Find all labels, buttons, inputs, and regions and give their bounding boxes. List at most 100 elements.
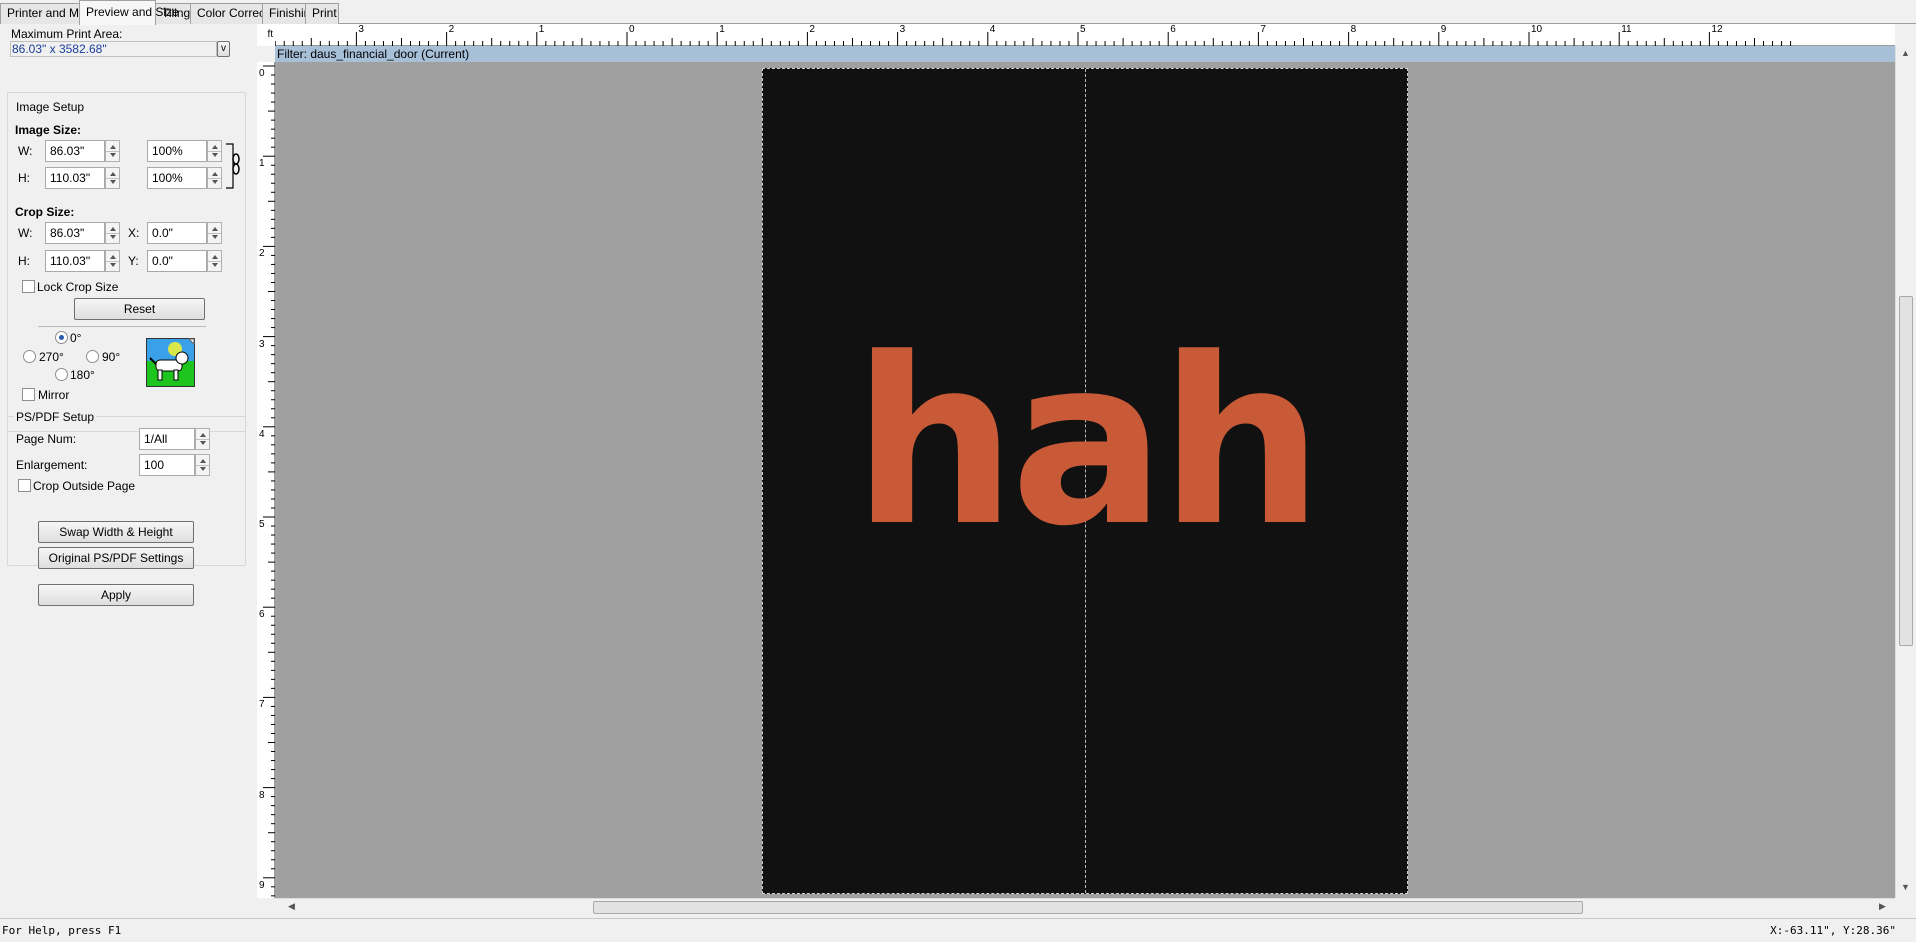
- preview-canvas[interactable]: hah: [275, 62, 1895, 898]
- page-num-input[interactable]: 1/All: [139, 428, 195, 450]
- status-bar: For Help, press F1 X:-63.11", Y:28.36": [0, 918, 1916, 942]
- scroll-right-arrow-icon[interactable]: ▶: [1879, 901, 1886, 912]
- status-coordinates: X:-63.11", Y:28.36": [1770, 924, 1896, 937]
- page-num-label: Page Num:: [16, 432, 77, 446]
- image-width-input[interactable]: 86.03": [45, 140, 105, 162]
- filter-bar: Filter: daus_financial_door (Current): [275, 46, 1895, 62]
- preview-image-text: hah: [852, 310, 1324, 577]
- crop-width-label: W:: [18, 226, 33, 240]
- ruler-label: 3: [358, 24, 364, 35]
- crop-x-input[interactable]: 0.0": [147, 222, 207, 244]
- mirror-checkbox[interactable]: [22, 388, 35, 401]
- scroll-up-arrow-icon[interactable]: ▲: [1901, 48, 1910, 58]
- tab-bar: Printer and Media Preview and Size Tilin…: [0, 0, 1916, 25]
- image-width-label: W:: [18, 144, 33, 158]
- ruler-label: 3: [899, 24, 906, 35]
- lock-crop-size-checkbox[interactable]: [22, 280, 35, 293]
- max-print-area-label: Maximum Print Area:: [11, 27, 123, 41]
- horizontal-ruler: 3 2 1 0 1 2 3 4 5 6 7 8 9 10 11 12: [274, 24, 1895, 46]
- rotation-0-label: 0°: [70, 331, 82, 345]
- ruler-label: 1: [538, 24, 545, 35]
- crop-y-label: Y:: [128, 254, 139, 268]
- enlargement-spinner[interactable]: [195, 454, 210, 476]
- image-preview[interactable]: hah: [762, 68, 1408, 894]
- lock-crop-size-label: Lock Crop Size: [37, 280, 119, 294]
- original-ps-pdf-settings-button[interactable]: Original PS/PDF Settings: [38, 547, 194, 569]
- ruler-label: 11: [1621, 24, 1632, 35]
- page-num-spinner[interactable]: [195, 428, 210, 450]
- ruler-label: 3: [259, 338, 265, 350]
- crop-size-label: Crop Size:: [15, 205, 75, 219]
- enlargement-label: Enlargement:: [16, 458, 88, 472]
- image-width-percent-spinner[interactable]: [207, 140, 222, 162]
- rotation-0-radio[interactable]: [55, 331, 68, 344]
- ruler-label: 10: [1531, 24, 1543, 35]
- image-height-percent-spinner[interactable]: [207, 167, 222, 189]
- aspect-lock-chain-icon[interactable]: [224, 141, 240, 191]
- apply-button[interactable]: Apply: [38, 584, 194, 606]
- status-help-text: For Help, press F1: [2, 924, 122, 937]
- ruler-label: 2: [809, 24, 815, 35]
- ruler-label: 7: [259, 699, 265, 711]
- max-print-area-dropdown-button[interactable]: v: [217, 41, 230, 57]
- app-window: Printer and Media Preview and Size Tilin…: [0, 0, 1916, 942]
- crop-outside-page-label: Crop Outside Page: [33, 479, 136, 493]
- ruler-label: 8: [259, 789, 265, 801]
- image-setup-title: Image Setup: [14, 100, 87, 114]
- crop-width-input[interactable]: 86.03": [45, 222, 105, 244]
- reset-button[interactable]: Reset: [74, 298, 205, 320]
- crop-x-spinner[interactable]: [207, 222, 222, 244]
- tab-print[interactable]: Print: [305, 3, 339, 24]
- image-height-input[interactable]: 110.03": [45, 167, 105, 189]
- rotation-270-label: 270°: [39, 350, 64, 364]
- tab-finishing[interactable]: Finishing: [262, 3, 317, 24]
- ruler-label: 1: [719, 24, 725, 35]
- vertical-scroll-thumb[interactable]: [1899, 296, 1913, 646]
- image-height-label: H:: [18, 171, 30, 185]
- crop-height-label: H:: [18, 254, 30, 268]
- max-print-area-value: 86.03" x 3582.68": [10, 41, 217, 57]
- rotation-90-label: 90°: [102, 350, 121, 364]
- vertical-ruler-ticks: [263, 65, 275, 897]
- crop-outside-page-checkbox[interactable]: [18, 479, 31, 492]
- crop-y-spinner[interactable]: [207, 250, 222, 272]
- rotation-180-label: 180°: [70, 368, 95, 382]
- scroll-down-arrow-icon[interactable]: ▼: [1901, 882, 1910, 892]
- ruler-label: 9: [259, 879, 265, 891]
- rotation-90-radio[interactable]: [86, 350, 99, 363]
- ruler-label: 5: [1080, 24, 1086, 35]
- rotation-270-radio[interactable]: [23, 350, 36, 363]
- image-height-spinner[interactable]: [105, 167, 120, 189]
- ruler-label: 12: [1711, 24, 1723, 35]
- crop-height-spinner[interactable]: [105, 250, 120, 272]
- crop-y-input[interactable]: 0.0": [147, 250, 207, 272]
- crop-width-spinner[interactable]: [105, 222, 120, 244]
- swap-width-height-button[interactable]: Swap Width & Height: [38, 521, 194, 543]
- image-width-spinner[interactable]: [105, 140, 120, 162]
- ruler-label: 4: [259, 428, 265, 440]
- image-height-percent-input[interactable]: 100%: [147, 167, 207, 189]
- ruler-label: 2: [448, 24, 455, 35]
- orientation-preview-dog-icon: [146, 338, 195, 387]
- mirror-label: Mirror: [38, 388, 70, 402]
- enlargement-input[interactable]: 100: [139, 454, 195, 476]
- left-settings-panel: Maximum Print Area: 86.03" x 3582.68" v …: [0, 24, 258, 918]
- image-width-percent-input[interactable]: 100%: [147, 140, 207, 162]
- crop-height-input[interactable]: 110.03": [45, 250, 105, 272]
- horizontal-scrollbar[interactable]: ◀ ▶: [275, 898, 1895, 915]
- tab-color-correction[interactable]: Color Correction: [190, 3, 284, 24]
- rotation-180-radio[interactable]: [55, 368, 68, 381]
- tab-preview-and-size[interactable]: Preview and Size: [79, 0, 179, 25]
- ruler-label: 0: [629, 24, 635, 35]
- tab-printer-and-media[interactable]: Printer and Media: [0, 3, 102, 24]
- scroll-left-arrow-icon[interactable]: ◀: [288, 901, 295, 912]
- ruler-unit-label: ft: [257, 24, 275, 46]
- ruler-label: 9: [1440, 24, 1447, 35]
- vertical-ruler: 0 1 2 3 4 5 6 7 8 9: [257, 62, 275, 898]
- horizontal-scroll-thumb[interactable]: [593, 901, 1583, 914]
- ruler-label: 8: [1350, 24, 1357, 35]
- ruler-label: 5: [259, 519, 265, 530]
- ruler-label: 2: [259, 248, 265, 260]
- vertical-scrollbar[interactable]: ▲ ▼: [1895, 46, 1916, 898]
- ruler-label: 0: [259, 68, 265, 79]
